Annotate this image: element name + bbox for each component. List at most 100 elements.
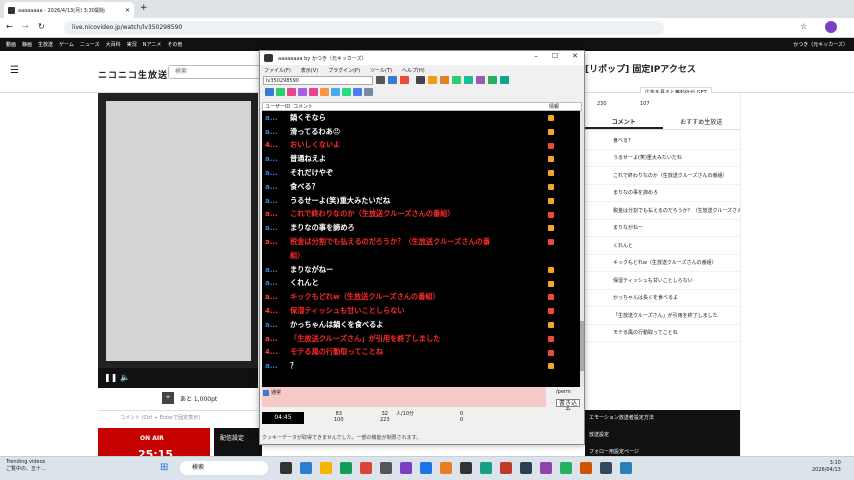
toolbar-icon[interactable] (416, 76, 425, 84)
toolbar-icon[interactable] (428, 76, 437, 84)
nav-item[interactable]: 大百科 (106, 41, 121, 48)
comment-row[interactable]: 4... 保湿ティッシュも甘いことしらない (262, 304, 580, 318)
close-icon[interactable]: ✕ (125, 7, 130, 14)
comment-row[interactable]: a... 税金は分割でも払えるのだろうか？（生放送クルーズさんの番 (262, 235, 580, 249)
tab-comment[interactable]: コメント (585, 116, 663, 129)
close-icon[interactable]: ✕ (572, 52, 578, 60)
video-player[interactable] (98, 93, 258, 388)
app-icon[interactable] (360, 462, 372, 474)
right-comment-row[interactable]: これで終わりなのか（生放送クルーズさんの番組） (585, 167, 740, 185)
right-comment-row[interactable]: キックもどれw（生放送クルーズさんの番組） (585, 255, 740, 272)
toolbar-icon[interactable] (342, 88, 351, 96)
hamburger-menu-icon[interactable]: ☰ (10, 65, 19, 76)
app-icon[interactable] (520, 462, 532, 474)
col-user-header[interactable]: ユーザーID (263, 103, 291, 110)
nav-item[interactable]: 静画 (22, 41, 32, 48)
nav-item[interactable]: ゲーム (59, 41, 74, 48)
menu-help[interactable]: ヘルプ(H) (402, 67, 425, 74)
windows-start-icon[interactable]: ⊞ (160, 462, 172, 474)
send-button[interactable]: 書き込み (556, 399, 580, 414)
profile-avatar[interactable] (825, 21, 837, 33)
toolbar-icon[interactable] (287, 88, 296, 96)
maximize-icon[interactable]: ☐ (552, 52, 558, 60)
right-comment-row[interactable]: モテる風の行動取ってことね (585, 325, 740, 342)
toolbar-icon[interactable] (488, 76, 497, 84)
broadcast-setting-link[interactable]: 放送設定 (589, 431, 736, 438)
toolbar-icon[interactable] (476, 76, 485, 84)
app-icon[interactable] (500, 462, 512, 474)
emotion-link[interactable]: エモーション放送者設定方法 (589, 414, 736, 421)
right-comment-row[interactable]: 食べる？ (585, 132, 740, 150)
checkbox[interactable] (263, 389, 269, 396)
browser-tab[interactable]: aaaaaaaa - 2026/4/13(月) 3:30開始 ✕ (4, 2, 134, 18)
site-logo[interactable]: ニコニコ生放送 (98, 68, 168, 81)
nav-item[interactable]: Nアニメ (143, 41, 162, 48)
app-icon[interactable] (620, 462, 632, 474)
toolbar-icon[interactable] (452, 76, 461, 84)
comment-list[interactable]: a... 鍋くそなら a... 滑ってるわあ😠 4... おいしくないよ a... 普通ねえよ… (262, 111, 580, 387)
comment-row[interactable]: a... 普通ねえよ (262, 152, 580, 166)
comment-row[interactable]: a... まりなの事を諦めろ (262, 221, 580, 235)
tab-recommended[interactable]: おすすめ生放送 (663, 116, 741, 129)
comment-row[interactable]: 組） (262, 249, 580, 263)
comment-row[interactable]: a... うるせーよ(笑)重大みたいだね (262, 194, 580, 208)
right-comment-row[interactable]: かっちゃんは長くを食べるよ (585, 290, 740, 307)
nav-item[interactable]: 生放送 (38, 41, 53, 48)
news-widget[interactable]: Trending videos ご覧中の、五十... (6, 459, 66, 473)
comment-row[interactable]: a... まりながねー (262, 263, 580, 277)
chrome-icon[interactable] (340, 462, 352, 474)
url-input[interactable]: live.nicovideo.jp/watch/lv350298590 (64, 21, 664, 35)
edge-icon[interactable] (300, 462, 312, 474)
comment-input[interactable]: コメント (Ctrl + Enterで固定表示) (98, 410, 258, 424)
taskbar-clock[interactable]: 3:10 2026/04/13 (812, 460, 841, 474)
reload-icon[interactable]: ↻ (38, 22, 45, 31)
nav-item[interactable]: 実況 (127, 41, 137, 48)
comment-row[interactable]: a... くれんと (262, 277, 580, 291)
toolbar-icon[interactable] (331, 88, 340, 96)
pause-icon[interactable]: ❚❚ (104, 373, 117, 382)
col-comment-header[interactable]: コメント (291, 103, 549, 110)
star-icon[interactable]: ☆ (800, 22, 807, 31)
app-icon[interactable] (580, 462, 592, 474)
col-source-header[interactable]: 情報 (549, 103, 581, 110)
right-comment-row[interactable]: まりなの事を諦めろ (585, 185, 740, 202)
follow-setting-link[interactable]: フォロー用設定ページ (589, 448, 736, 455)
right-comment-row[interactable]: くれんと (585, 237, 740, 255)
nav-item[interactable]: 動画 (6, 41, 16, 48)
forward-icon[interactable]: → (22, 22, 29, 31)
comment-row[interactable]: 4... おいしくないよ (262, 139, 580, 153)
app-icon[interactable] (440, 462, 452, 474)
disconnect-icon[interactable] (400, 76, 409, 84)
menu-file[interactable]: ファイル(F) (264, 67, 291, 74)
live-id-input[interactable]: lv350298590 (263, 76, 373, 85)
add-icon[interactable]: + (162, 392, 174, 404)
toolbar-icon[interactable] (464, 76, 473, 84)
new-tab-button[interactable]: + (140, 3, 148, 13)
comment-row[interactable]: a... かっちゃんは鍋くを食べるよ (262, 318, 580, 332)
right-comment-row[interactable]: 保湿ティッシュも甘いことしらない (585, 272, 740, 290)
toolbar-icon[interactable] (265, 88, 274, 96)
toolbar-icon[interactable] (364, 88, 373, 96)
dropdown-icon[interactable] (376, 76, 385, 84)
user-name[interactable]: かつき（元キッカーズ） (793, 41, 848, 48)
menu-plugin[interactable]: プラグイン(P) (328, 67, 360, 74)
comment-row[interactable]: a... キックもどれw（生放送クルーズさんの番組） (262, 290, 580, 304)
volume-icon[interactable]: 🔈 (120, 373, 130, 382)
back-icon[interactable]: ← (6, 22, 13, 31)
app-icon[interactable] (460, 462, 472, 474)
toolbar-icon[interactable] (320, 88, 329, 96)
toolbar-icon[interactable] (309, 88, 318, 96)
connect-icon[interactable] (388, 76, 397, 84)
nav-item[interactable]: ニュース (80, 41, 100, 48)
comment-row[interactable]: a... 滑ってるわあ😠 (262, 125, 580, 139)
right-comment-row[interactable]: 税金は分割でも払えるのだろうか？（生放送クルーズさん (585, 202, 740, 220)
comment-post-input[interactable] (262, 387, 546, 407)
menu-view[interactable]: 表示(V) (301, 67, 318, 74)
task-view-icon[interactable] (280, 462, 292, 474)
toolbar-icon[interactable] (276, 88, 285, 96)
toolbar-icon[interactable] (298, 88, 307, 96)
comment-row[interactable]: a... 食べる？ (262, 180, 580, 194)
menu-tool[interactable]: ツール(T) (370, 67, 392, 74)
app-icon[interactable] (540, 462, 552, 474)
app-icon[interactable] (480, 462, 492, 474)
